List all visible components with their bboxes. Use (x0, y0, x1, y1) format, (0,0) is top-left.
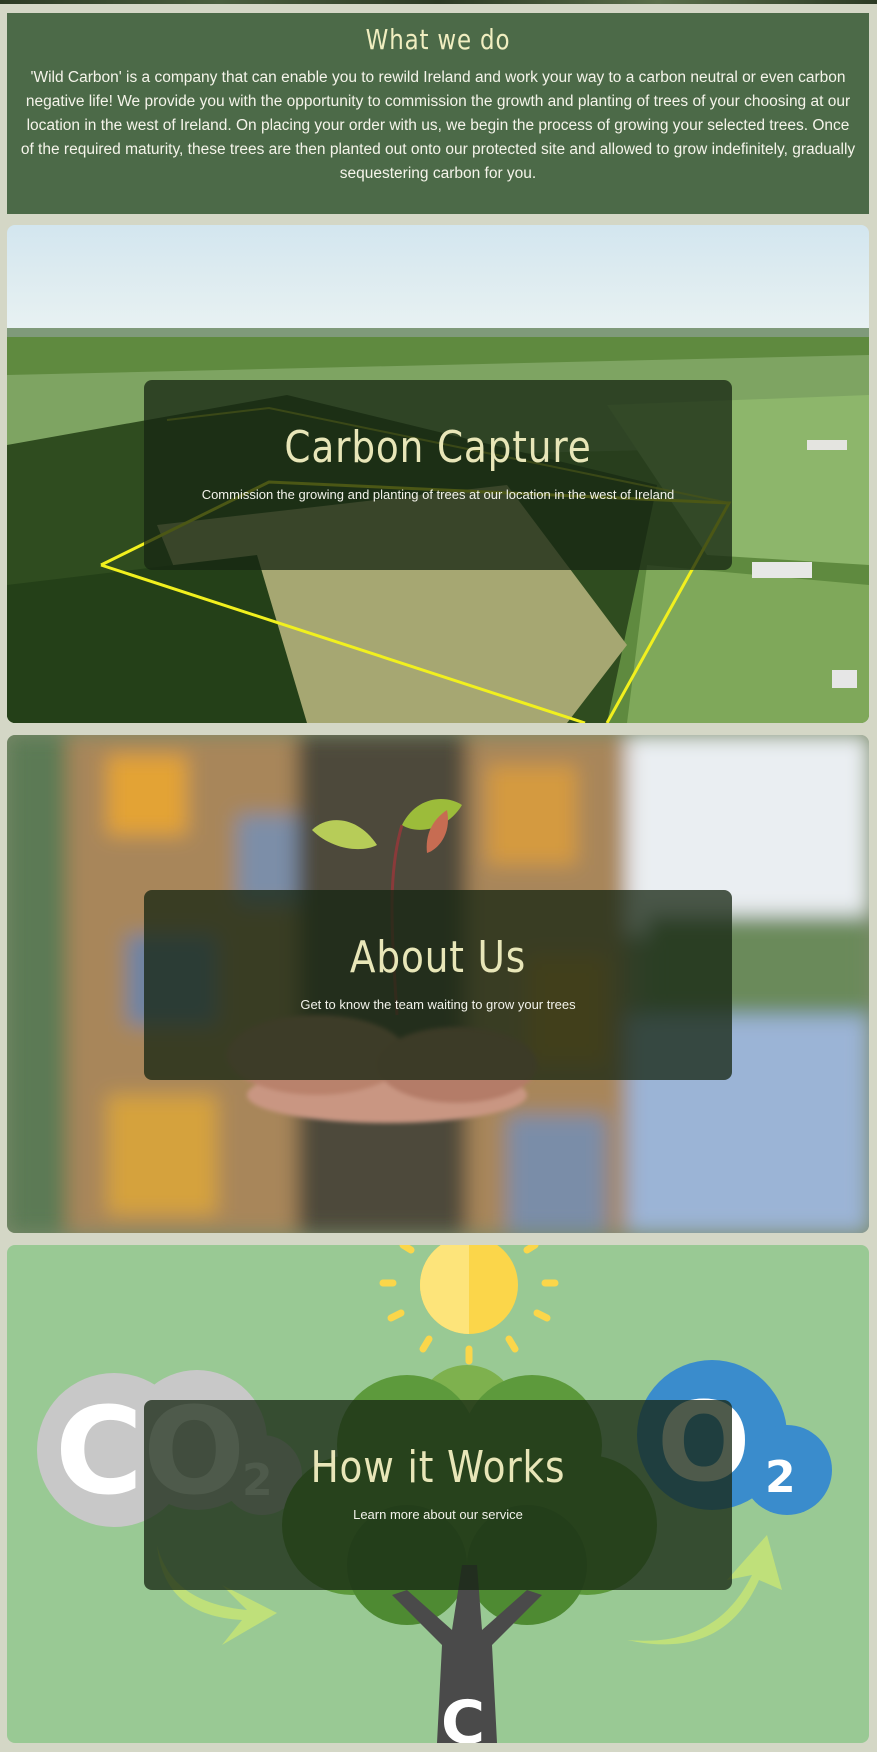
how-it-works-title: How it Works (310, 1442, 566, 1493)
about-us-subtitle: Get to know the team waiting to grow you… (300, 997, 576, 1012)
how-it-works-subtitle: Learn more about our service (353, 1507, 523, 1522)
svg-text:2: 2 (765, 1452, 796, 1503)
carbon-capture-card[interactable]: Carbon Capture Commission the growing an… (7, 225, 869, 723)
about-us-overlay: About Us Get to know the team waiting to… (144, 890, 732, 1080)
carbon-capture-overlay: Carbon Capture Commission the growing an… (144, 380, 732, 570)
how-it-works-overlay: How it Works Learn more about our servic… (144, 1400, 732, 1590)
what-we-do-section: What we do 'Wild Carbon' is a company th… (7, 13, 869, 214)
carbon-capture-subtitle: Commission the growing and planting of t… (201, 487, 675, 502)
about-us-card[interactable]: About Us Get to know the team waiting to… (7, 735, 869, 1233)
about-us-title: About Us (349, 932, 527, 983)
carbon-capture-title: Carbon Capture (284, 422, 592, 473)
svg-text:C: C (441, 1688, 485, 1743)
how-it-works-card[interactable]: CO 2 O 2 C How it Works Learn more (7, 1245, 869, 1743)
what-we-do-title: What we do (365, 23, 511, 56)
what-we-do-description: 'Wild Carbon' is a company that can enab… (20, 69, 856, 182)
top-border-strip (0, 0, 877, 4)
